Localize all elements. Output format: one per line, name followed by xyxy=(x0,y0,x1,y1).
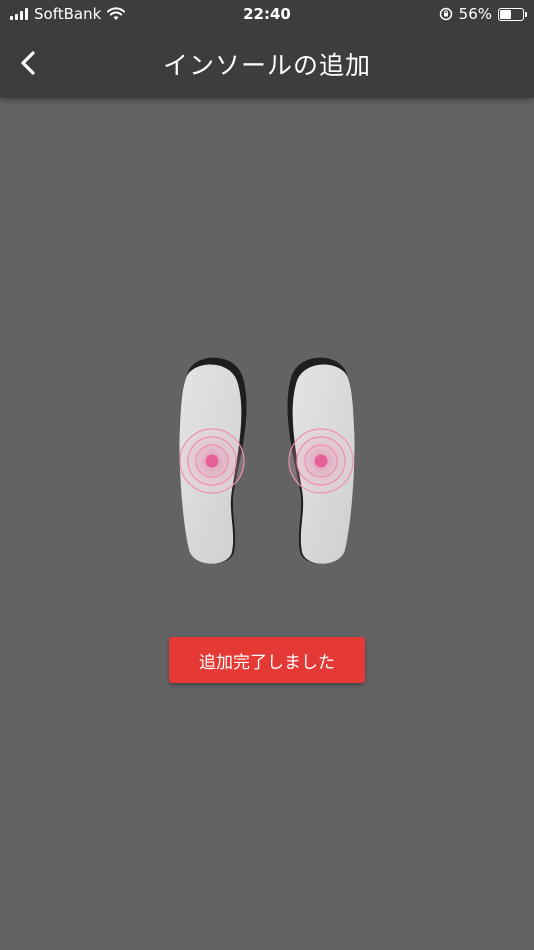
done-button[interactable]: 追加完了しました xyxy=(169,637,365,683)
right-pulse-indicator xyxy=(288,428,354,494)
left-pulse-indicator xyxy=(179,428,245,494)
insoles-illustration xyxy=(179,357,355,564)
